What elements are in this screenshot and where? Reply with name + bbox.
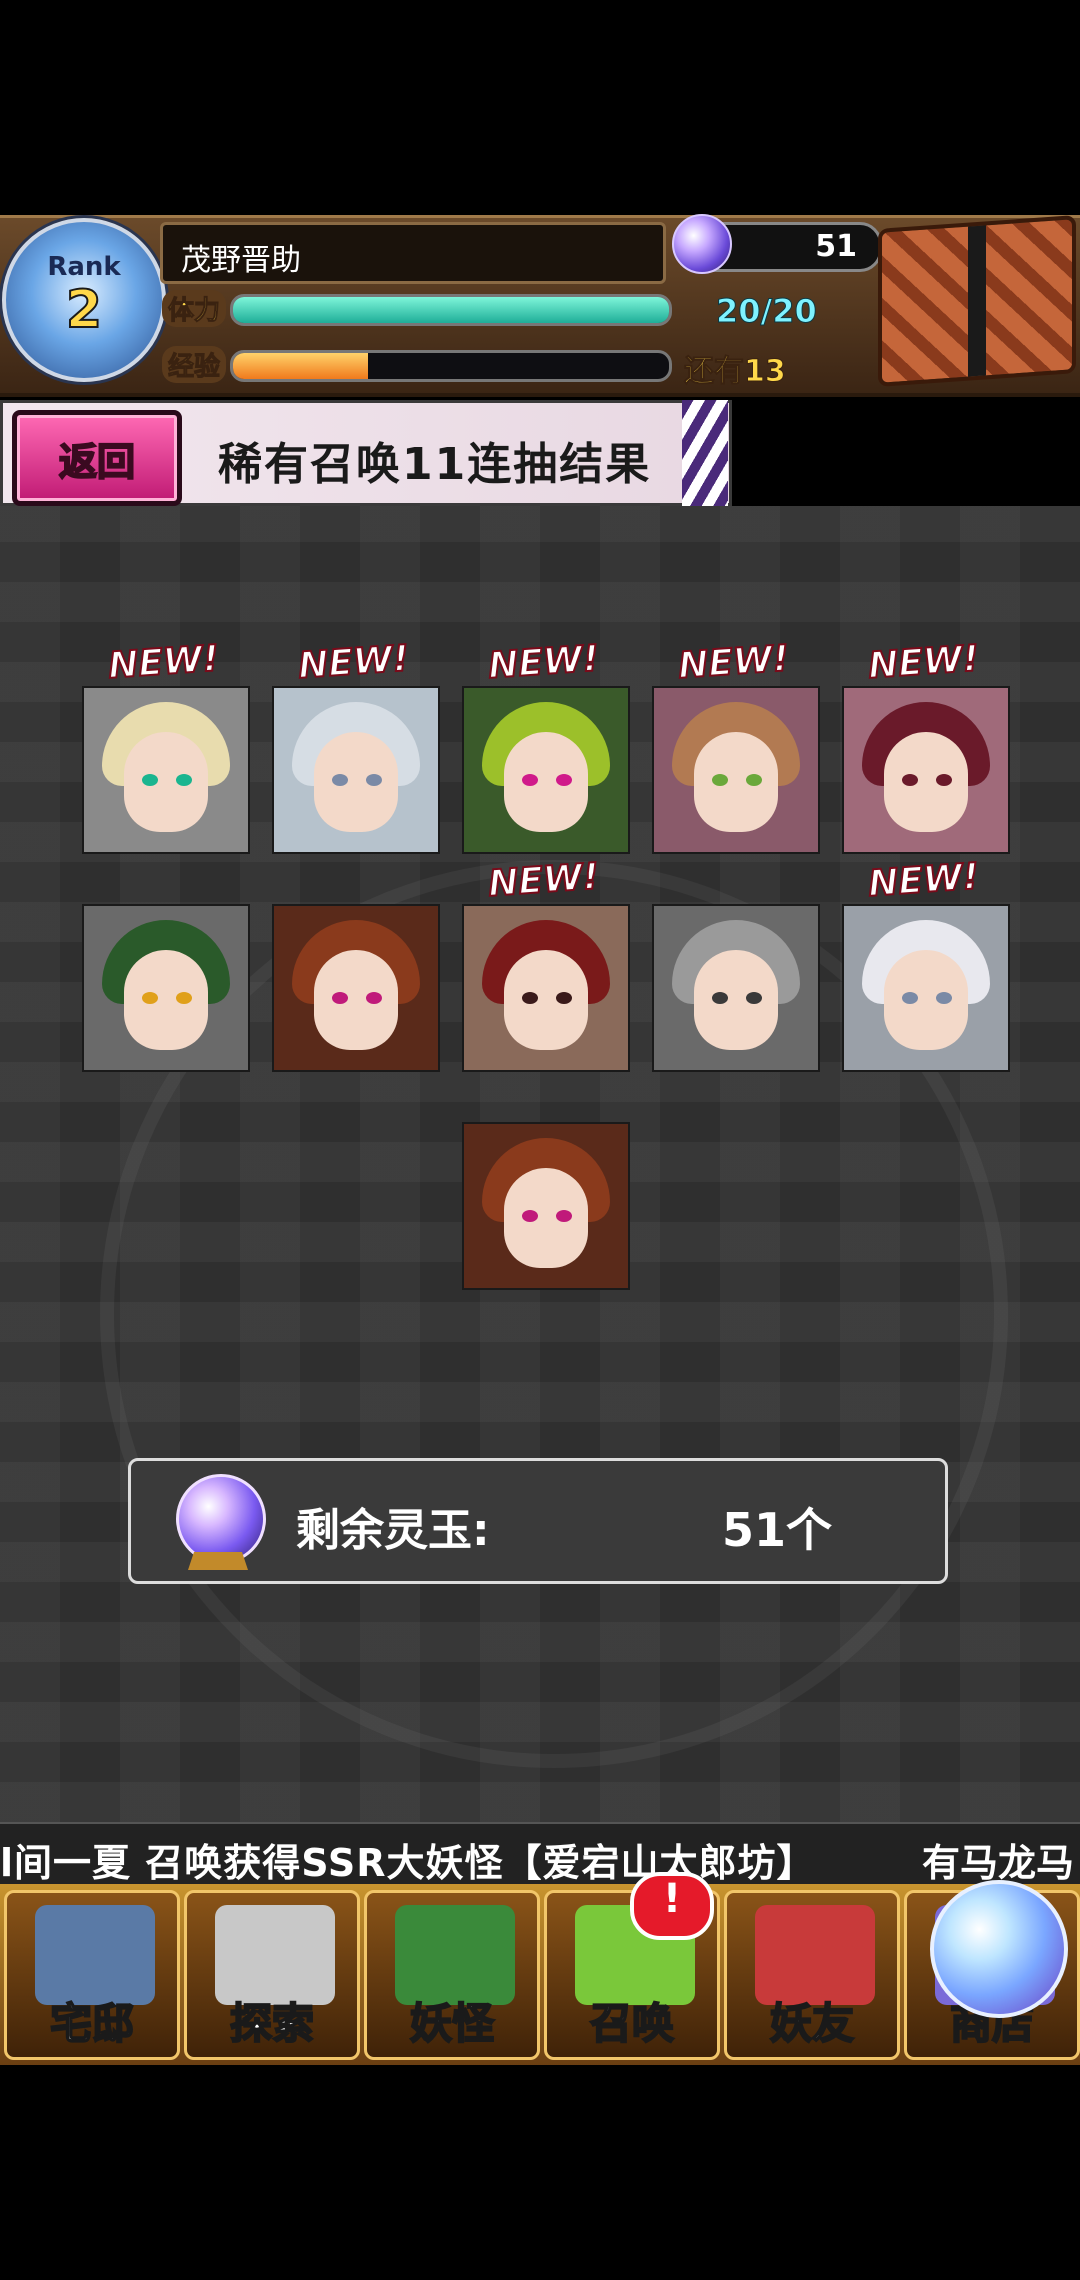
page-title: 稀有召唤11连抽结果 bbox=[218, 439, 652, 490]
portrait-eye bbox=[522, 774, 538, 786]
nav-label: 召唤 bbox=[589, 1998, 675, 2049]
navigation-bar-area bbox=[0, 2065, 1080, 2280]
new-badge: NEW! bbox=[866, 855, 981, 906]
remaining-orbs-value: 51个 bbox=[722, 1503, 833, 1557]
portrait-face bbox=[124, 732, 208, 832]
portrait-face bbox=[694, 950, 778, 1050]
remaining-orbs-label: 剩余灵玉: bbox=[296, 1505, 490, 1556]
gift-strap bbox=[968, 225, 986, 377]
result-card[interactable] bbox=[272, 686, 440, 854]
result-card[interactable] bbox=[842, 904, 1010, 1072]
stamina-bar-fill bbox=[233, 297, 669, 323]
nav-label: 妖怪 bbox=[409, 1998, 495, 2049]
result-card[interactable] bbox=[652, 686, 820, 854]
portrait-eye bbox=[712, 992, 728, 1004]
result-card[interactable] bbox=[82, 904, 250, 1072]
result-card[interactable] bbox=[462, 686, 630, 854]
new-badge: NEW! bbox=[866, 637, 981, 688]
portrait-eye bbox=[712, 774, 728, 786]
portrait-eye bbox=[332, 992, 348, 1004]
exp-bar bbox=[230, 350, 672, 382]
portrait-face bbox=[884, 732, 968, 832]
new-badge: NEW! bbox=[106, 637, 221, 688]
portrait-face bbox=[504, 1168, 588, 1268]
news-ticker: l间一夏 召唤获得SSR大妖怪【爱宕山太郎坊】 有马龙马 bbox=[0, 1822, 1080, 1886]
status-bar-area bbox=[0, 0, 1080, 215]
portrait-eye bbox=[556, 1210, 572, 1222]
result-card[interactable] bbox=[842, 686, 1010, 854]
result-card[interactable] bbox=[82, 686, 250, 854]
nav-label: 探索 bbox=[229, 1998, 315, 2049]
stamina-label: 体力 bbox=[162, 290, 227, 327]
portrait-eye bbox=[366, 774, 382, 786]
player-name-box: 茂野晋助 bbox=[160, 222, 666, 284]
portrait-face bbox=[314, 950, 398, 1050]
portrait-eye bbox=[936, 774, 952, 786]
result-card[interactable] bbox=[652, 904, 820, 1072]
rank-badge: Rank 2 bbox=[2, 218, 166, 382]
stamina-bar bbox=[230, 294, 672, 326]
back-button[interactable]: 返回 bbox=[12, 410, 182, 506]
portrait-face bbox=[314, 732, 398, 832]
back-label: 返回 bbox=[58, 439, 136, 485]
portrait-eye bbox=[142, 774, 158, 786]
nav-item[interactable]: 妖怪 bbox=[364, 1890, 540, 2060]
portrait-face bbox=[884, 950, 968, 1050]
portrait-eye bbox=[936, 992, 952, 1004]
shop-orb-icon bbox=[930, 1880, 1068, 2018]
portrait-face bbox=[694, 732, 778, 832]
orb-icon bbox=[176, 1474, 266, 1564]
result-card[interactable] bbox=[462, 904, 630, 1072]
ticker-text-next: 有马龙马 bbox=[922, 1841, 1075, 1885]
portrait-eye bbox=[176, 774, 192, 786]
new-badge: NEW! bbox=[296, 637, 411, 688]
portrait-eye bbox=[556, 992, 572, 1004]
exp-label: 经验 bbox=[162, 346, 227, 383]
exp-remaining: 还有13 bbox=[684, 354, 787, 390]
portrait-eye bbox=[142, 992, 158, 1004]
portrait-eye bbox=[902, 774, 918, 786]
alert-badge: ! bbox=[630, 1872, 714, 1940]
portrait-eye bbox=[366, 992, 382, 1004]
exp-bar-fill bbox=[233, 353, 369, 379]
new-badge: NEW! bbox=[676, 637, 791, 688]
orb-count: 51 bbox=[815, 229, 857, 264]
portrait-face bbox=[124, 950, 208, 1050]
portrait-face bbox=[504, 732, 588, 832]
nav-label: 妖友 bbox=[769, 1998, 855, 2049]
stamina-value: 20/20 bbox=[716, 292, 818, 331]
portrait-eye bbox=[176, 992, 192, 1004]
new-badge: NEW! bbox=[486, 637, 601, 688]
nav-item[interactable]: 宅邸 bbox=[4, 1890, 180, 2060]
nav-label: 宅邸 bbox=[49, 1998, 135, 2049]
portrait-eye bbox=[522, 1210, 538, 1222]
orb-icon bbox=[672, 214, 732, 274]
result-card[interactable] bbox=[462, 1122, 630, 1290]
portrait-eye bbox=[746, 774, 762, 786]
rank-label: Rank bbox=[47, 252, 121, 282]
nav-item[interactable]: 妖友 bbox=[724, 1890, 900, 2060]
orb-stand bbox=[188, 1552, 248, 1570]
new-badge: NEW! bbox=[486, 855, 601, 906]
portrait-eye bbox=[556, 774, 572, 786]
portrait-eye bbox=[522, 992, 538, 1004]
player-name: 茂野晋助 bbox=[181, 243, 301, 278]
portrait-eye bbox=[332, 774, 348, 786]
banner-stripes bbox=[682, 400, 728, 506]
portrait-face bbox=[504, 950, 588, 1050]
nav-item[interactable]: 探索 bbox=[184, 1890, 360, 2060]
portrait-eye bbox=[746, 992, 762, 1004]
portrait-eye bbox=[902, 992, 918, 1004]
gift-box-icon[interactable] bbox=[878, 215, 1076, 387]
rank-value: 2 bbox=[65, 279, 103, 341]
result-card[interactable] bbox=[272, 904, 440, 1072]
